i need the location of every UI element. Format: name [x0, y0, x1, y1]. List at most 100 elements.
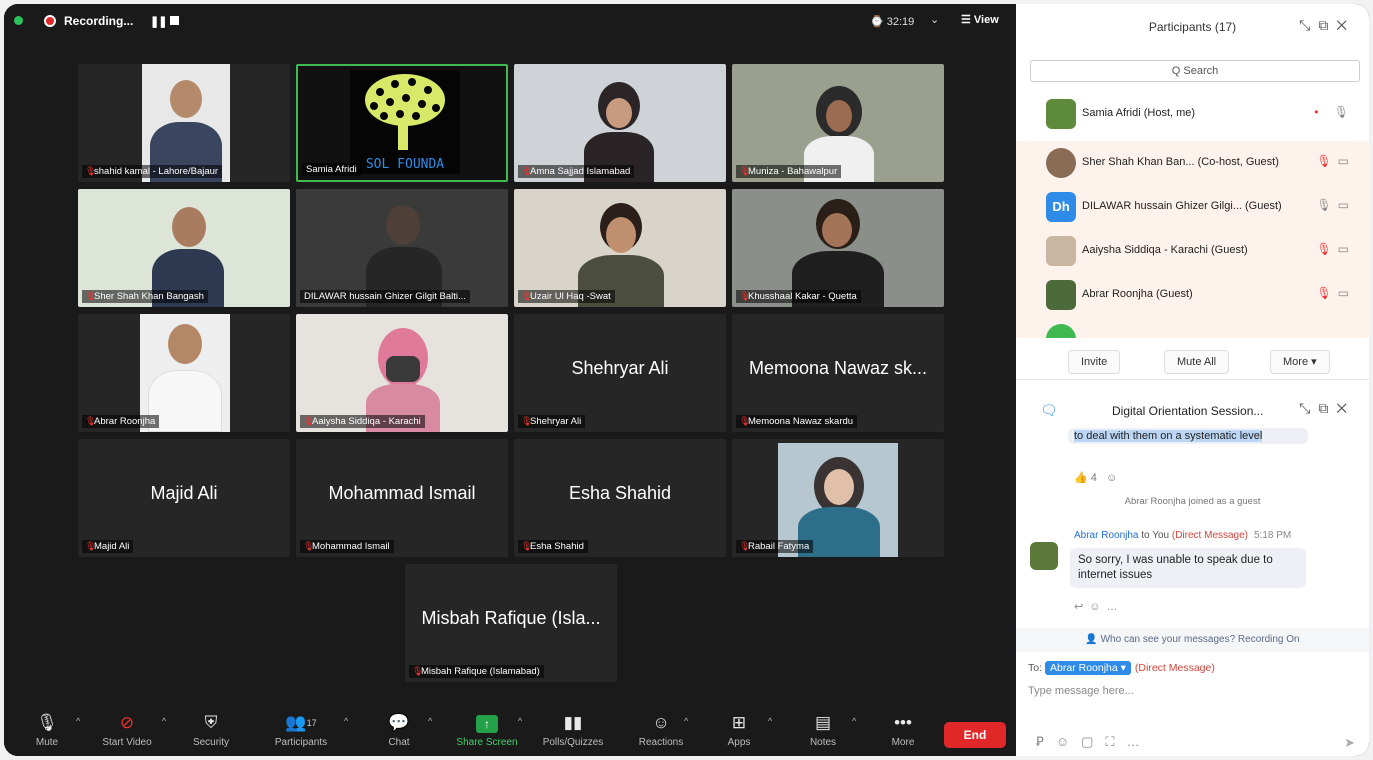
avatar: Dh [1046, 192, 1076, 222]
timer-dropdown-icon[interactable]: ⌄ [930, 13, 939, 26]
video-tile[interactable]: 🎙 Muniza - Bahawalpur [732, 64, 944, 182]
participant-caption: 🎙 Mohammad Ismail [300, 540, 394, 553]
participant-status-icons: 🎙▭ [1316, 154, 1355, 168]
participant-caption: 🎙 Abrar Roonjha [82, 415, 160, 428]
chat-bubble-icon: 🗨 [1040, 402, 1058, 418]
privacy-notice-link[interactable]: 👤 Who can see your messages? Recording O… [1016, 628, 1369, 652]
more-options-button[interactable]: More ▾ [1270, 350, 1330, 374]
apps-button[interactable]: ⊞ Apps [704, 712, 774, 748]
audio-options-caret-icon[interactable]: ^ [76, 716, 80, 726]
more-dots-icon[interactable]: … [1106, 601, 1123, 613]
view-button[interactable]: ☰ View [961, 13, 999, 26]
start-video-button[interactable]: ⊘ Start Video [92, 712, 162, 748]
share-caret-icon[interactable]: ^ [518, 716, 522, 726]
bar-chart-icon: ▮▮ [563, 713, 583, 732]
message-input[interactable]: Type message here... [1028, 685, 1134, 697]
avatar [1046, 236, 1076, 266]
format-icon[interactable]: Ꝑ [1036, 734, 1056, 749]
share-screen-button[interactable]: ↑ Share Screen [452, 712, 522, 748]
participant-caption: 🎙 Misbah Rafique (Islamabad) [409, 665, 544, 678]
chat-message: to deal with them on a systematic level [1068, 428, 1308, 444]
security-status-icon[interactable] [14, 16, 23, 25]
chat-header: 🗨 Digital Orientation Session... ⤡⧉✕ [1016, 390, 1369, 430]
reactions-caret-icon[interactable]: ^ [684, 716, 688, 726]
notes-icon: ▤ [814, 713, 832, 732]
participant-row[interactable]: Dh DILAWAR hussain Ghizer Gilgi... (Gues… [1016, 185, 1369, 229]
add-reaction-icon: ☺ [1106, 472, 1118, 484]
video-tile[interactable]: DILAWAR hussain Ghizer Gilgit Balti... [296, 189, 508, 307]
microphone-icon: 🎙 [36, 713, 58, 732]
video-tile[interactable]: Esha Shahid 🎙 Esha Shahid [514, 439, 726, 557]
video-tile[interactable]: 🎙 Khusshaal Kakar - Quetta [732, 189, 944, 307]
participant-caption: 🎙 Rabail Fatyma [736, 540, 814, 553]
notes-caret-icon[interactable]: ^ [852, 716, 856, 726]
compose-toolbar: Ꝑ☺▢⛶… [1036, 734, 1152, 750]
avatar [1030, 542, 1058, 570]
pause-recording-icon[interactable]: ❚❚ [150, 15, 167, 28]
close-icon[interactable]: ✕ [1336, 17, 1355, 33]
participants-panel-controls: ⤡⧉✕ [1299, 17, 1355, 34]
apps-caret-icon[interactable]: ^ [768, 716, 772, 726]
security-button[interactable]: ⛨ Security [176, 712, 246, 748]
end-meeting-button[interactable]: End [944, 722, 1006, 748]
participant-row[interactable]: Abrar Roonjha (Guest) 🎙▭ [1016, 273, 1369, 317]
shield-icon: ⛨ [204, 713, 218, 732]
collapse-icon[interactable]: ⤡ [1299, 17, 1318, 33]
send-icon[interactable]: ➤ [1344, 735, 1355, 751]
apps-icon: ⊞ [731, 713, 747, 732]
video-tile[interactable]: Memoona Nawaz sk... 🎙 Memoona Nawaz skard… [732, 314, 944, 432]
recipient-dropdown[interactable]: Abrar Roonjha ▾ [1045, 661, 1131, 675]
participant-row[interactable]: Aaiysha Siddiqa - Karachi (Guest) 🎙▭ [1016, 229, 1369, 273]
close-icon[interactable]: ✕ [1336, 400, 1355, 416]
participants-search-input[interactable]: Q Search [1030, 60, 1360, 82]
polls-quizzes-button[interactable]: ▮▮ Polls/Quizzes [538, 712, 608, 748]
video-tile[interactable]: Misbah Rafique (Isla... 🎙 Misbah Rafique … [405, 564, 617, 682]
emoji-icon[interactable]: ☺ [1056, 734, 1081, 749]
video-tile[interactable]: Mohammad Ismail 🎙 Mohammad Ismail [296, 439, 508, 557]
collapse-icon[interactable]: ⤡ [1299, 400, 1318, 416]
video-tile[interactable]: 🎙 Aaiysha Siddiqa - Karachi [296, 314, 508, 432]
video-tile[interactable]: Majid Ali 🎙 Majid Ali [78, 439, 290, 557]
reply-icon[interactable]: ↩ [1074, 601, 1089, 613]
video-tile[interactable]: 🎙 Abrar Roonjha [78, 314, 290, 432]
pop-out-icon[interactable]: ⧉ [1318, 400, 1336, 416]
video-tile-active-speaker[interactable]: SOL FOUNDA Samia Afridi [296, 64, 508, 182]
chat-caret-icon[interactable]: ^ [428, 716, 432, 726]
video-tile[interactable]: 🎙 Rabail Fatyma [732, 439, 944, 557]
video-tile[interactable]: 🎙 Uzair Ul Haq -Swat [514, 189, 726, 307]
avatar [1046, 280, 1076, 310]
participants-button[interactable]: 👥17 Participants [266, 712, 336, 748]
recording-label: Recording... [64, 14, 134, 28]
participant-caption: 🎙 Majid Ali [82, 540, 134, 553]
video-tile[interactable]: Shehryar Ali 🎙 Shehryar Ali [514, 314, 726, 432]
pop-out-icon[interactable]: ⧉ [1318, 17, 1336, 33]
participants-caret-icon[interactable]: ^ [344, 716, 348, 726]
mute-all-button[interactable]: Mute All [1164, 350, 1230, 374]
screenshot-icon[interactable]: ⛶ [1105, 734, 1126, 749]
participant-row[interactable] [1016, 317, 1369, 338]
participant-caption: 🎙 shahid kamal - Lahore/Bajaur [82, 165, 223, 178]
chat-panel-controls: ⤡⧉✕ [1299, 400, 1355, 417]
video-tile[interactable]: 🎙 Sher Shah Khan Bangash [78, 189, 290, 307]
participant-row[interactable]: Sher Shah Khan Ban... (Co-host, Guest) 🎙… [1016, 141, 1369, 185]
video-tile[interactable]: 🎙 shahid kamal - Lahore/Bajaur [78, 64, 290, 182]
notes-button[interactable]: ▤ Notes [788, 712, 858, 748]
more-dots-icon[interactable]: … [1127, 734, 1152, 749]
more-dots-icon: ••• [894, 713, 912, 732]
stop-recording-icon[interactable] [170, 16, 179, 25]
mute-button[interactable]: 🎙 Mute [12, 712, 82, 748]
video-options-caret-icon[interactable]: ^ [162, 716, 166, 726]
avatar [1046, 324, 1076, 338]
message-reactions[interactable]: 👍 4 ☺ [1074, 471, 1117, 484]
chat-title: Digital Orientation Session... [1112, 404, 1264, 418]
participants-actions: Invite Mute All More ▾ [1016, 348, 1369, 380]
video-tile[interactable]: 🎙 Amna Sajjad Islamabad [514, 64, 726, 182]
add-reaction-icon[interactable]: ☺ [1089, 601, 1106, 613]
more-button[interactable]: ••• More [868, 712, 938, 748]
chat-button[interactable]: 💬 Chat [364, 712, 434, 748]
participant-name-display: Majid Ali [150, 483, 218, 503]
participant-row[interactable]: Samia Afridi (Host, me) • 🎙 [1016, 92, 1369, 136]
participant-caption: 🎙 Uzair Ul Haq -Swat [518, 290, 615, 303]
file-icon[interactable]: ▢ [1081, 734, 1105, 749]
invite-button[interactable]: Invite [1068, 350, 1121, 374]
